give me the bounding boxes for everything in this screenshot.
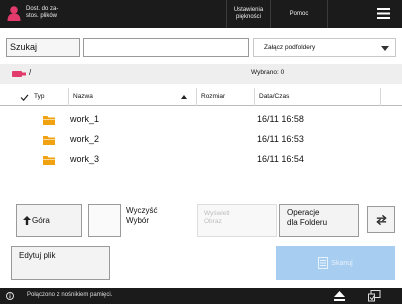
include-subfolders-select[interactable]: Załącz podfoldery	[253, 38, 396, 57]
include-subfolders-label: Załącz podfoldery	[264, 44, 316, 51]
go-up-button[interactable]: Góra	[16, 204, 82, 237]
select-all-checkbox[interactable]	[14, 88, 34, 106]
scan-label: Skanuj	[331, 259, 353, 267]
up-arrow-icon	[23, 216, 31, 225]
folder-icon	[43, 116, 55, 125]
selected-count: Wybrano: 0	[251, 69, 285, 76]
folder-icon	[43, 156, 55, 165]
eject-icon[interactable]	[334, 291, 345, 301]
user-label: Dost. do za- stos. plików	[26, 6, 59, 19]
column-header-date[interactable]: Data/Czas	[254, 88, 380, 106]
status-bar: Połączono z nośnikiem pamięci.	[0, 288, 402, 304]
swap-button[interactable]	[367, 206, 395, 233]
top-bar: Dost. do za- stos. plików Ustawienia pię…	[0, 0, 402, 28]
file-date: 16/11 16:58	[257, 114, 304, 124]
table-row[interactable]: work_2 16/11 16:53	[0, 131, 402, 149]
help-label: Pomoc	[289, 10, 309, 17]
screen-settings-label: Ustawienia piękności	[233, 7, 264, 20]
search-button[interactable]: Szukaj	[6, 38, 80, 57]
file-date: 16/11 16:54	[257, 154, 304, 164]
clear-selection-checkbox[interactable]	[88, 204, 121, 237]
clear-selection-label[interactable]: Wyczyść Wybór	[126, 206, 157, 226]
folder-operations-button[interactable]: Operacje dla Folderu	[279, 204, 359, 237]
status-message: Połączono z nośnikiem pamięci.	[27, 292, 113, 298]
folder-icon	[43, 136, 55, 145]
status-monitor-icon[interactable]	[368, 290, 381, 302]
column-header-spacer	[380, 88, 402, 106]
display-image-button[interactable]: Wyświetl Obraz	[197, 204, 277, 237]
column-header-name[interactable]: Nazwa	[68, 88, 196, 106]
edit-file-button[interactable]: Edytuj plik	[11, 246, 110, 280]
swap-arrows-icon	[375, 214, 387, 225]
table-header: Typ Nazwa Rozmiar Data/Czas	[0, 88, 402, 106]
file-date: 16/11 16:53	[257, 134, 304, 144]
help-button[interactable]: Pomoc	[270, 0, 328, 28]
file-name: work_3	[70, 154, 100, 164]
column-header-name-label: Nazwa	[73, 93, 93, 100]
chevron-down-icon	[381, 46, 389, 51]
user-icon[interactable]	[7, 5, 21, 21]
memory-media-icon	[12, 71, 26, 77]
column-header-size[interactable]: Rozmiar	[196, 88, 254, 106]
current-path: /	[29, 68, 32, 77]
table-row[interactable]: work_1 16/11 16:58	[0, 111, 402, 129]
column-header-type[interactable]: Typ	[34, 88, 68, 106]
scan-document-icon	[318, 257, 329, 269]
table-row[interactable]: work_3 16/11 16:54	[0, 151, 402, 169]
go-up-label: Góra	[32, 216, 50, 225]
search-input[interactable]	[83, 38, 249, 57]
checkmark-icon	[20, 94, 29, 102]
menu-icon[interactable]	[377, 8, 390, 19]
file-name: work_1	[70, 114, 100, 124]
scan-button[interactable]: Skanuj	[276, 246, 395, 280]
status-info-icon	[6, 292, 14, 300]
path-bar: / Wybrano: 0	[0, 64, 402, 84]
file-name: work_2	[70, 134, 100, 144]
screen-settings-button[interactable]: Ustawienia piękności	[226, 0, 270, 28]
sort-ascending-icon	[181, 95, 187, 99]
